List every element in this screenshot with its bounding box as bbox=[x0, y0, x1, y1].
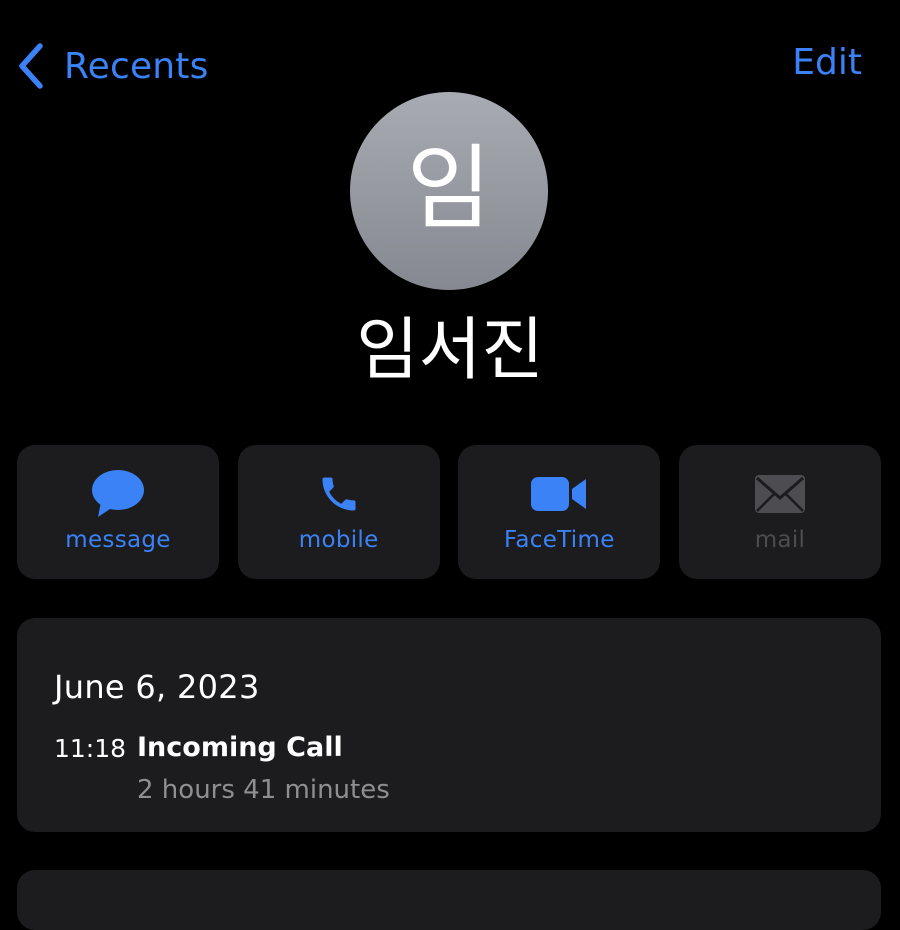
facetime-button[interactable]: FaceTime bbox=[458, 445, 661, 579]
mobile-call-button[interactable]: mobile bbox=[237, 445, 440, 579]
call-time: 11:18 bbox=[54, 734, 127, 763]
contact-name: 임서진 bbox=[356, 311, 544, 390]
mobile-call-button-label: mobile bbox=[298, 527, 379, 553]
edit-button[interactable]: Edit bbox=[792, 42, 862, 83]
envelope-icon bbox=[679, 469, 881, 519]
chevron-left-icon bbox=[19, 43, 43, 89]
avatar: 임 bbox=[350, 92, 548, 290]
call-duration: 2 hours 41 minutes bbox=[137, 775, 390, 805]
contact-info-card bbox=[17, 870, 881, 930]
video-camera-icon bbox=[458, 469, 660, 519]
call-history-card: June 6, 2023 11:18 Incoming Call 2 hours… bbox=[17, 618, 881, 832]
back-button[interactable]: Recents bbox=[14, 38, 209, 94]
mail-button-label: mail bbox=[754, 527, 806, 553]
mail-button[interactable]: mail bbox=[678, 445, 881, 579]
message-button[interactable]: message bbox=[17, 445, 219, 579]
quick-actions: message mobile FaceTime mail bbox=[17, 445, 881, 579]
message-button-label: message bbox=[65, 527, 171, 553]
message-bubble-icon bbox=[17, 469, 219, 519]
call-type: Incoming Call bbox=[137, 732, 343, 763]
back-button-label: Recents bbox=[64, 45, 209, 87]
facetime-button-label: FaceTime bbox=[503, 527, 615, 553]
avatar-initial: 임 bbox=[406, 135, 492, 242]
call-history-date: June 6, 2023 bbox=[54, 668, 260, 706]
phone-icon bbox=[238, 469, 440, 519]
